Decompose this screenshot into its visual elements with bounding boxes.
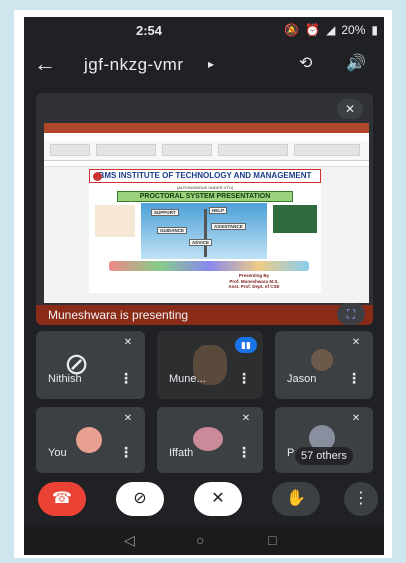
shared-slide: BMS INSTITUTE OF TECHNOLOGY AND MANAGEME… [44,123,369,303]
mic-off-icon: ✕ [117,411,139,427]
battery-icon: ▮ [371,23,378,37]
more-vert-icon[interactable]: ⋮ [119,370,133,387]
participant-tile-jason[interactable]: ✕ Jason ⋮ [275,331,373,399]
participant-name: Mune... [169,373,206,385]
speaker-icon[interactable]: 🔊 [346,53,366,73]
switch-camera-icon[interactable]: ⟲ [299,53,312,73]
status-bar: 2:54 🔕 ⏰ ◢ 20% ▮ [24,17,384,43]
mic-off-icon: ✕ [337,99,363,119]
participant-name: Iffath [169,447,194,459]
avatar [193,427,223,451]
nav-home-icon[interactable]: ○ [196,532,204,548]
nav-recents-icon[interactable]: □ [268,532,276,548]
more-vert-icon[interactable]: ⋮ [119,444,133,461]
presentation-tile[interactable]: ✕ BMS INSTITUTE OF TECHNOLOGY AND MANAGE… [36,93,373,325]
status-time: 2:54 [136,23,163,38]
caret-right-icon[interactable]: ▸ [208,57,214,71]
counselling-wordart [109,261,309,271]
slide-institute: BMS INSTITUTE OF TECHNOLOGY AND MANAGEME… [89,169,321,183]
sign-assistance: ASSISTANCE [211,223,246,230]
ppt-title-bar [44,123,369,133]
meeting-top-bar: ← jgf-nkzg-vmr ▸ ⟲ 🔊 [24,45,384,85]
mic-off-icon: ✕ [345,411,367,427]
chalkboard-illustration [273,205,317,233]
alarm-icon: ⏰ [305,23,321,37]
participant-name: You [48,447,67,459]
ppt-ruler [44,161,369,167]
raise-hand-button[interactable]: ✋ [272,482,320,516]
android-nav-bar: ◁ ○ □ [24,527,384,555]
mic-off-button[interactable]: ✕ [194,482,242,516]
sign-support: SUPPORT [151,209,179,216]
slide-subtitle: (AUTONOMOUS UNDER VTU) [176,185,234,190]
others-count-badge[interactable]: 57 others [295,447,353,465]
participant-name: Nithish [48,373,82,385]
participant-name: Jason [287,373,317,385]
avatar [76,427,102,453]
phone-screen: 2:54 🔕 ⏰ ◢ 20% ▮ ← jgf-nkzg-vmr ▸ ⟲ 🔊 ✕ [24,17,384,555]
participant-tile-muneshwara[interactable]: ▮▮ Mune... ⋮ [157,331,263,399]
nav-back-icon[interactable]: ◁ [124,532,135,549]
participant-tile-others[interactable]: ✕ P 57 others [275,407,373,473]
ppt-ribbon-tabs [44,133,369,141]
mic-off-icon: ✕ [235,411,257,427]
helping-hand-illustration [95,205,135,237]
college-logo-icon [93,172,102,181]
participant-name: P [287,447,295,459]
meeting-code[interactable]: jgf-nkzg-vmr [84,55,184,75]
fullscreen-icon[interactable]: ⛶ [337,303,365,325]
more-vert-icon[interactable]: ⋮ [347,370,361,387]
sign-guidance: GUIDANCE [157,227,188,234]
call-controls: ☎ ⊘ ✕ ✋ ⋮ [24,482,384,522]
participant-tile-nithish[interactable]: ✕ ⊘ Nithish ⋮ [36,331,145,399]
signpost-pole [204,209,207,257]
more-vert-icon[interactable]: ⋮ [237,444,251,461]
4g-signal-icon: ◢ [326,23,336,37]
presenting-label: Muneshwara is presenting [48,308,189,322]
participant-tile-iffath[interactable]: ✕ Iffath ⋮ [157,407,263,473]
more-options-button[interactable]: ⋮ [344,482,378,516]
avatar [311,349,333,371]
speaking-indicator-icon: ▮▮ [235,337,257,353]
battery-level: 20% [341,23,366,37]
more-vert-icon[interactable]: ⋮ [237,370,251,387]
participant-tile-you[interactable]: ✕ You ⋮ [36,407,145,473]
back-arrow-icon[interactable]: ← [34,51,56,77]
sign-help: HELP [209,207,228,214]
slide-title: PROCTORAL SYSTEM PRESENTATION [117,191,293,202]
sign-advice: ADVICE [189,239,213,246]
mic-off-icon: ✕ [345,335,367,351]
ppt-ribbon [44,141,369,161]
end-call-button[interactable]: ☎ [38,482,86,516]
mute-icon: 🔕 [284,23,300,37]
camera-off-button[interactable]: ⊘ [116,482,164,516]
status-icons: 🔕 ⏰ ◢ 20% ▮ [284,23,378,37]
presented-by: Presenting By Prof. Muneshwara M.S, Asst… [228,273,280,289]
slide-page: BMS INSTITUTE OF TECHNOLOGY AND MANAGEME… [89,169,321,293]
mic-off-icon: ✕ [117,335,139,351]
